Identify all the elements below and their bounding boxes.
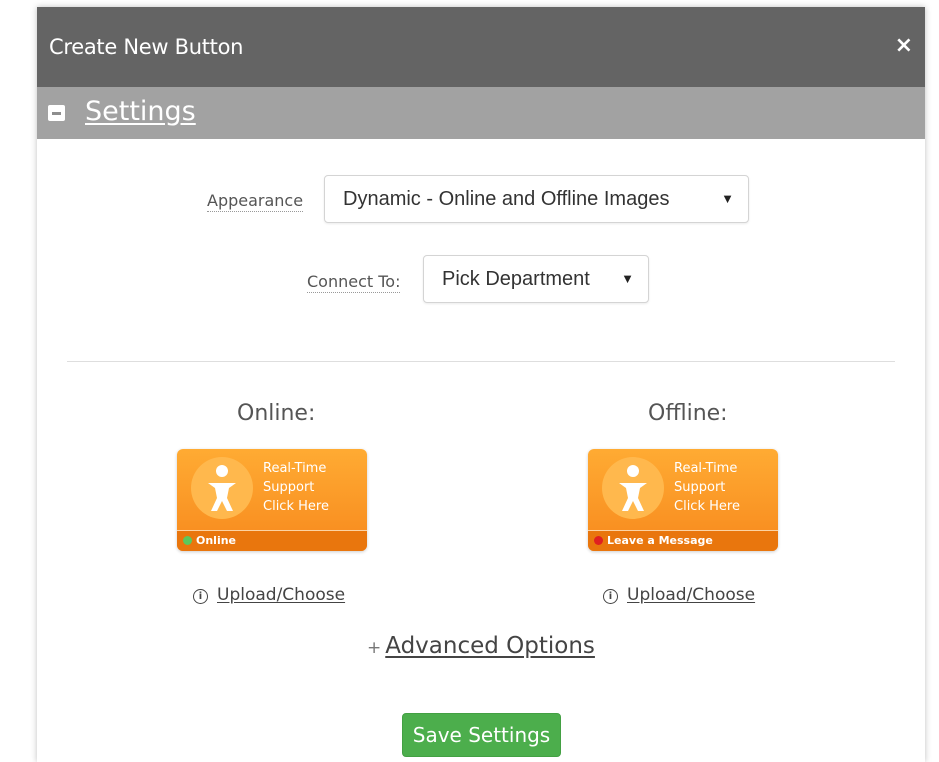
advanced-options-label[interactable]: Advanced Options (385, 633, 595, 659)
connect-to-label: Connect To: (307, 272, 401, 293)
close-icon[interactable]: × (895, 33, 913, 58)
online-button-image[interactable]: Real-Time Support Click Here Online (177, 449, 367, 551)
button-line: Click Here (263, 499, 329, 514)
online-status-bar: Online (177, 530, 367, 551)
create-button-dialog: Create New Button × Settings Appearance … (37, 7, 925, 762)
offline-upload-label[interactable]: Upload/Choose (627, 585, 755, 605)
plus-icon: + (367, 638, 382, 658)
chevron-down-icon: ▼ (621, 271, 634, 286)
button-line: Click Here (674, 499, 740, 514)
online-upload-link[interactable]: i Upload/Choose (193, 585, 345, 605)
advanced-options-toggle[interactable]: + Advanced Options (367, 633, 595, 659)
person-icon (619, 465, 647, 511)
offline-label: Offline: (648, 401, 728, 426)
info-icon: i (603, 589, 618, 604)
appearance-label: Appearance (207, 191, 304, 212)
connect-to-select[interactable]: Pick Department ▼ (423, 255, 649, 303)
collapse-icon[interactable] (48, 105, 65, 121)
divider (67, 361, 895, 362)
save-settings-button[interactable]: Save Settings (402, 713, 561, 757)
person-icon (208, 465, 236, 511)
connect-to-select-value: Pick Department (442, 268, 590, 290)
online-label: Online: (237, 401, 316, 426)
dialog-titlebar: Create New Button × (37, 7, 925, 87)
offline-status-dot-icon (594, 536, 603, 545)
offline-status-text: Leave a Message (607, 534, 713, 547)
offline-button-text: Real-Time Support Click Here (674, 459, 774, 516)
info-icon: i (193, 589, 208, 604)
dialog-title: Create New Button (49, 35, 244, 59)
settings-section-header[interactable]: Settings (37, 87, 925, 139)
button-line: Support (674, 480, 726, 495)
appearance-select-value: Dynamic - Online and Offline Images (343, 188, 670, 210)
offline-upload-link[interactable]: i Upload/Choose (603, 585, 755, 605)
button-line: Real-Time (674, 461, 738, 476)
online-upload-label[interactable]: Upload/Choose (217, 585, 345, 605)
online-status-dot-icon (183, 536, 192, 545)
button-line: Real-Time (263, 461, 327, 476)
offline-status-bar: Leave a Message (588, 530, 778, 551)
button-line: Support (263, 480, 315, 495)
online-button-text: Real-Time Support Click Here (263, 459, 363, 516)
appearance-select[interactable]: Dynamic - Online and Offline Images ▼ (324, 175, 749, 223)
online-status-text: Online (196, 534, 237, 547)
settings-section-title[interactable]: Settings (85, 96, 196, 127)
offline-button-image[interactable]: Real-Time Support Click Here Leave a Mes… (588, 449, 778, 551)
chevron-down-icon: ▼ (721, 191, 734, 206)
